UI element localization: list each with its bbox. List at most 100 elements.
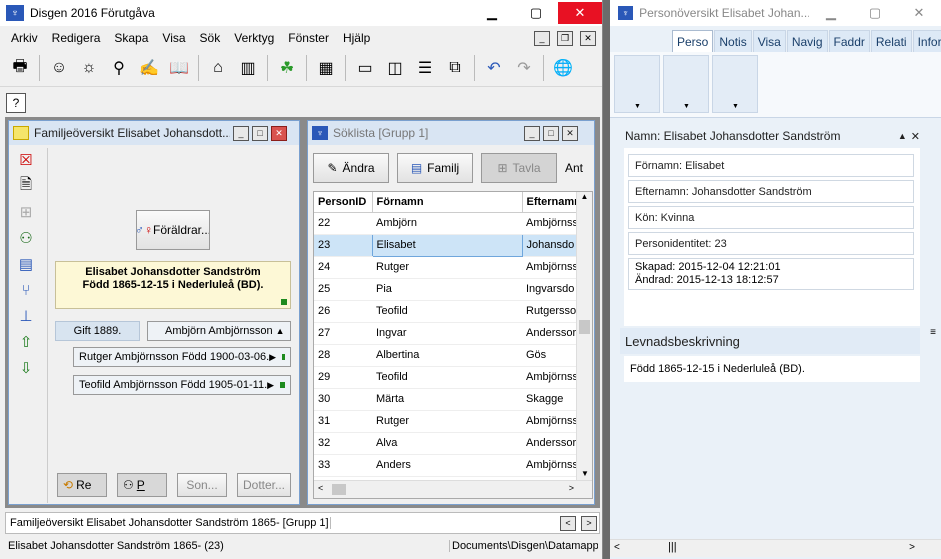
maximize-button[interactable]: ▢ (514, 2, 558, 24)
tab-view[interactable]: Visa (752, 30, 786, 52)
child-button-2[interactable]: Teofild Ambjörnsson Född 1905-01-11. ▶ (73, 375, 291, 395)
document-icon[interactable]: 🗎 (15, 176, 37, 196)
window-cascade-icon[interactable]: ⧉ (441, 54, 469, 82)
cell-personid[interactable]: 29 (314, 366, 372, 389)
cell-firstname[interactable]: Anders (372, 454, 522, 477)
move-up-icon[interactable]: ⇧ (15, 332, 37, 352)
cell-lastname[interactable]: Anderssor (522, 432, 576, 455)
more-button-label[interactable]: Ant (565, 161, 583, 175)
cell-firstname[interactable]: Pia (372, 278, 522, 301)
menu-arkiv[interactable]: Arkiv (4, 31, 45, 45)
menu-visa[interactable]: Visa (155, 31, 192, 45)
family-button[interactable]: ▤ Familj (397, 153, 473, 183)
table-row[interactable]: 31 Rutger Abmjörnss (314, 410, 576, 433)
cell-personid[interactable]: 24 (314, 256, 372, 279)
tab-navigate[interactable]: Navig (786, 30, 828, 52)
cell-personid[interactable]: 31 (314, 410, 372, 433)
table-row[interactable]: 23 Elisabet Johansdo (314, 233, 576, 257)
table-row[interactable]: 29 Teofild Ambjörnss (314, 366, 576, 389)
family-group-icon[interactable]: ⚇ (15, 228, 37, 248)
cell-lastname[interactable]: Rutgersso (522, 300, 576, 323)
print-icon[interactable]: 🖶 (6, 54, 34, 82)
ribbon-button-3[interactable]: ▼ (712, 55, 758, 113)
cell-lastname[interactable]: Ambjörnss (522, 366, 576, 389)
delete-icon[interactable]: ☒ (15, 150, 37, 170)
column-personid[interactable]: PersonID (314, 192, 373, 213)
main-person-card[interactable]: Elisabet Johansdotter Sandström Född 186… (55, 261, 291, 309)
search-person-icon[interactable]: ☼ (75, 54, 103, 82)
table-row[interactable]: 26 Teofild Rutgersso (314, 300, 576, 323)
cell-firstname[interactable]: Rutger (372, 256, 522, 279)
binoculars-icon[interactable]: ⚲ (105, 54, 133, 82)
tab-relations[interactable]: Relati (870, 30, 912, 52)
window-split-horizontal-icon[interactable]: ☰ (411, 54, 439, 82)
search-maximize-button[interactable]: □ (543, 125, 559, 141)
cell-personid[interactable]: 23 (314, 234, 372, 257)
firstname-field[interactable]: Förnamn: Elisabet (628, 154, 914, 177)
lastname-field[interactable]: Efternamn: Johansdotter Sandström (628, 180, 914, 203)
close-button[interactable]: ✕ (558, 2, 602, 24)
hscroll-thumb[interactable] (332, 484, 346, 495)
person-hscrollbar[interactable]: < ||| > (610, 539, 941, 557)
column-firstname[interactable]: Förnamn (372, 192, 523, 213)
ancestors-icon[interactable]: ⑂ (15, 280, 37, 300)
descendants-icon[interactable]: ⊥ (15, 306, 37, 326)
window-single-icon[interactable]: ▭ (351, 54, 379, 82)
search-close-button[interactable]: ✕ (562, 125, 578, 141)
column-lastname[interactable]: Efternamn (522, 192, 581, 213)
edit-button[interactable]: ✎ Ändra (313, 153, 389, 183)
person-icon[interactable]: ☺ (45, 54, 73, 82)
books-icon[interactable]: ▥ (234, 54, 262, 82)
cell-firstname[interactable]: Ambjörn (372, 212, 522, 235)
ribbon-button-2[interactable]: ▼ (663, 55, 709, 113)
cell-firstname[interactable]: Albertina (372, 344, 522, 367)
tab-scroll-left[interactable]: < (560, 515, 576, 531)
cell-firstname[interactable]: Ingvar (372, 322, 522, 345)
child-button-1[interactable]: Rutger Ambjörnsson Född 1900-03-06. ▶ (73, 347, 291, 367)
tab-information[interactable]: Inform (912, 30, 941, 52)
refresh-button[interactable]: ⟲ Re (57, 473, 107, 497)
personid-field[interactable]: Personidentitet: 23 (628, 232, 914, 255)
table-row[interactable]: 32 Alva Anderssor (314, 432, 576, 455)
table-row[interactable]: 27 Ingvar Anderssor (314, 322, 576, 345)
vertical-scrollbar[interactable]: ▲ ▼ (576, 192, 592, 480)
home-icon[interactable]: ⌂ (204, 54, 232, 82)
cell-lastname[interactable]: Ingvarsdo (522, 278, 576, 301)
family-maximize-button[interactable]: □ (252, 125, 268, 141)
cell-lastname[interactable]: Abmjörnss (522, 410, 576, 433)
calendar-icon[interactable]: ▦ (312, 54, 340, 82)
book-icon[interactable]: 📖 (165, 54, 193, 82)
cell-firstname[interactable]: Rutger (372, 410, 522, 433)
scroll-left-icon[interactable]: < (318, 483, 323, 493)
spouse-button[interactable]: Ambjörn Ambjörnsson ▲ (147, 321, 291, 341)
menu-hjalp[interactable]: Hjälp (336, 31, 377, 45)
scroll-right-icon[interactable]: > (569, 483, 574, 493)
tab-scroll-right[interactable]: > (581, 515, 597, 531)
table-row[interactable]: 24 Rutger Ambjörnss (314, 256, 576, 279)
tab-godparents[interactable]: Faddr (828, 30, 870, 52)
cell-personid[interactable]: 32 (314, 432, 372, 455)
scroll-left-icon[interactable]: < (614, 542, 620, 553)
table-row[interactable]: 22 Ambjörn Ambjörnss (314, 212, 576, 235)
scroll-right-icon[interactable]: > (909, 542, 915, 553)
family-close-button[interactable]: ✕ (271, 125, 287, 141)
cell-lastname[interactable]: Ambjörnss (522, 212, 576, 235)
menu-fonster[interactable]: Fönster (281, 31, 336, 45)
cell-firstname[interactable]: Alva (372, 432, 522, 455)
cell-personid[interactable]: 33 (314, 454, 372, 477)
menu-sok[interactable]: Sök (193, 31, 228, 45)
close-panel-icon[interactable]: ✕ (911, 130, 920, 143)
move-down-icon[interactable]: ⇩ (15, 358, 37, 378)
table-row[interactable]: 33 Anders Ambjörnss (314, 454, 576, 477)
tab-person[interactable]: Perso (672, 30, 714, 52)
cell-personid[interactable]: 28 (314, 344, 372, 367)
cell-personid[interactable]: 30 (314, 388, 372, 411)
cell-lastname[interactable]: Gös (522, 344, 576, 367)
scroll-thumb[interactable] (579, 320, 590, 334)
table-row[interactable]: 28 Albertina Gös (314, 344, 576, 367)
cell-lastname[interactable]: Ambjörnss (522, 454, 576, 477)
cell-firstname[interactable]: Teofild (372, 300, 522, 323)
cell-firstname[interactable]: Teofild (372, 366, 522, 389)
window-split-vertical-icon[interactable]: ◫ (381, 54, 409, 82)
daughter-button[interactable]: Dotter... (237, 473, 291, 497)
